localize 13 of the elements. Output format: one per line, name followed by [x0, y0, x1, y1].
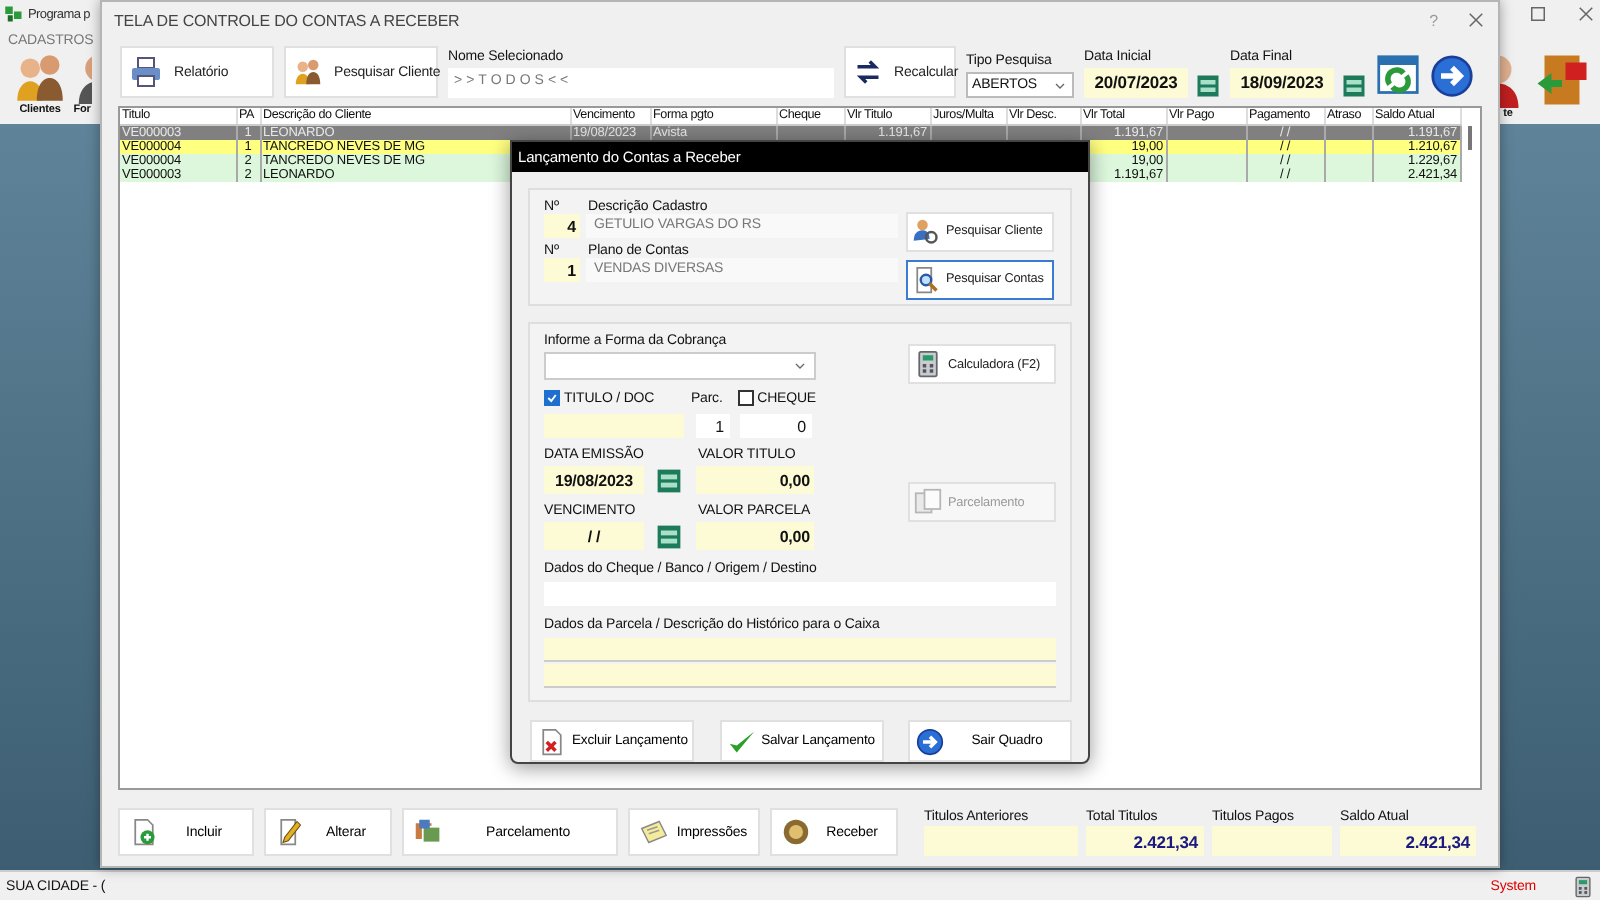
value-field[interactable]: 0,00 — [696, 522, 814, 550]
date-field[interactable]: 19/08/2023 — [544, 466, 644, 494]
date-field[interactable]: / / — [544, 522, 644, 550]
number-field[interactable]: 4 — [544, 213, 580, 238]
value-field[interactable]: 0,00 — [696, 466, 814, 494]
number-field[interactable]: 1 — [696, 414, 730, 438]
total-field: 2.421,34 — [1340, 826, 1476, 856]
number-field[interactable]: 1 — [544, 257, 580, 282]
total-field: 2.421,34 — [1086, 826, 1204, 856]
date-field[interactable]: 18/09/2023 — [1230, 68, 1334, 98]
number-field[interactable]: 0 — [740, 414, 812, 438]
window-title: TELA DE CONTROLE DO CONTAS A RECEBER — [114, 11, 460, 29]
date-field[interactable]: 20/07/2023 — [1084, 68, 1188, 98]
